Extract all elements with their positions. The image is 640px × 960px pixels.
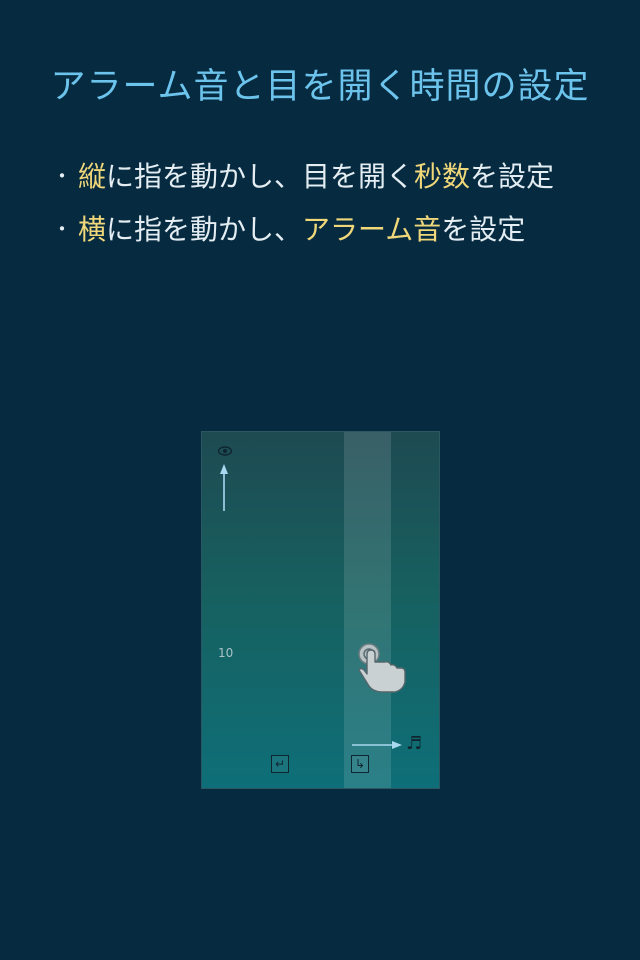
instruction-text-end: を設定 bbox=[470, 160, 555, 193]
seconds-value: 10 bbox=[218, 646, 234, 660]
music-note-icon: ♬ bbox=[406, 733, 423, 754]
instruction-item-vertical: ・縦に指を動かし、目を開く秒数を設定 bbox=[52, 150, 632, 203]
return-icon: ↵ bbox=[274, 757, 286, 771]
highlight-horizontal: 横 bbox=[78, 213, 107, 246]
tap-hand-icon bbox=[358, 643, 406, 693]
turn-icon: ↳ bbox=[354, 757, 366, 771]
eye-icon bbox=[218, 446, 232, 456]
selected-sound-lane[interactable] bbox=[344, 432, 391, 788]
highlight-alarm-sound: アラーム音 bbox=[302, 213, 442, 246]
instruction-item-horizontal: ・横に指を動かし、アラーム音を設定 bbox=[52, 203, 632, 256]
up-arrow-icon bbox=[220, 464, 228, 511]
bullet-dot: ・ bbox=[52, 217, 72, 241]
instruction-list: ・縦に指を動かし、目を開く秒数を設定 ・横に指を動かし、アラーム音を設定 bbox=[52, 150, 632, 256]
turn-button[interactable]: ↳ bbox=[351, 755, 369, 773]
instruction-text-end: を設定 bbox=[441, 213, 526, 246]
right-arrow-icon bbox=[352, 741, 402, 749]
instruction-text: に指を動かし、目を開く bbox=[106, 160, 415, 193]
instruction-text: に指を動かし、 bbox=[106, 213, 303, 246]
highlight-vertical: 縦 bbox=[78, 160, 107, 193]
return-button[interactable]: ↵ bbox=[271, 755, 289, 773]
app-screen-mockup: 10 ♬ ↵ ↳ bbox=[201, 431, 440, 789]
bullet-dot: ・ bbox=[52, 164, 72, 188]
page-title: アラーム音と目を開く時間の設定 bbox=[50, 67, 590, 107]
highlight-seconds: 秒数 bbox=[414, 160, 471, 193]
